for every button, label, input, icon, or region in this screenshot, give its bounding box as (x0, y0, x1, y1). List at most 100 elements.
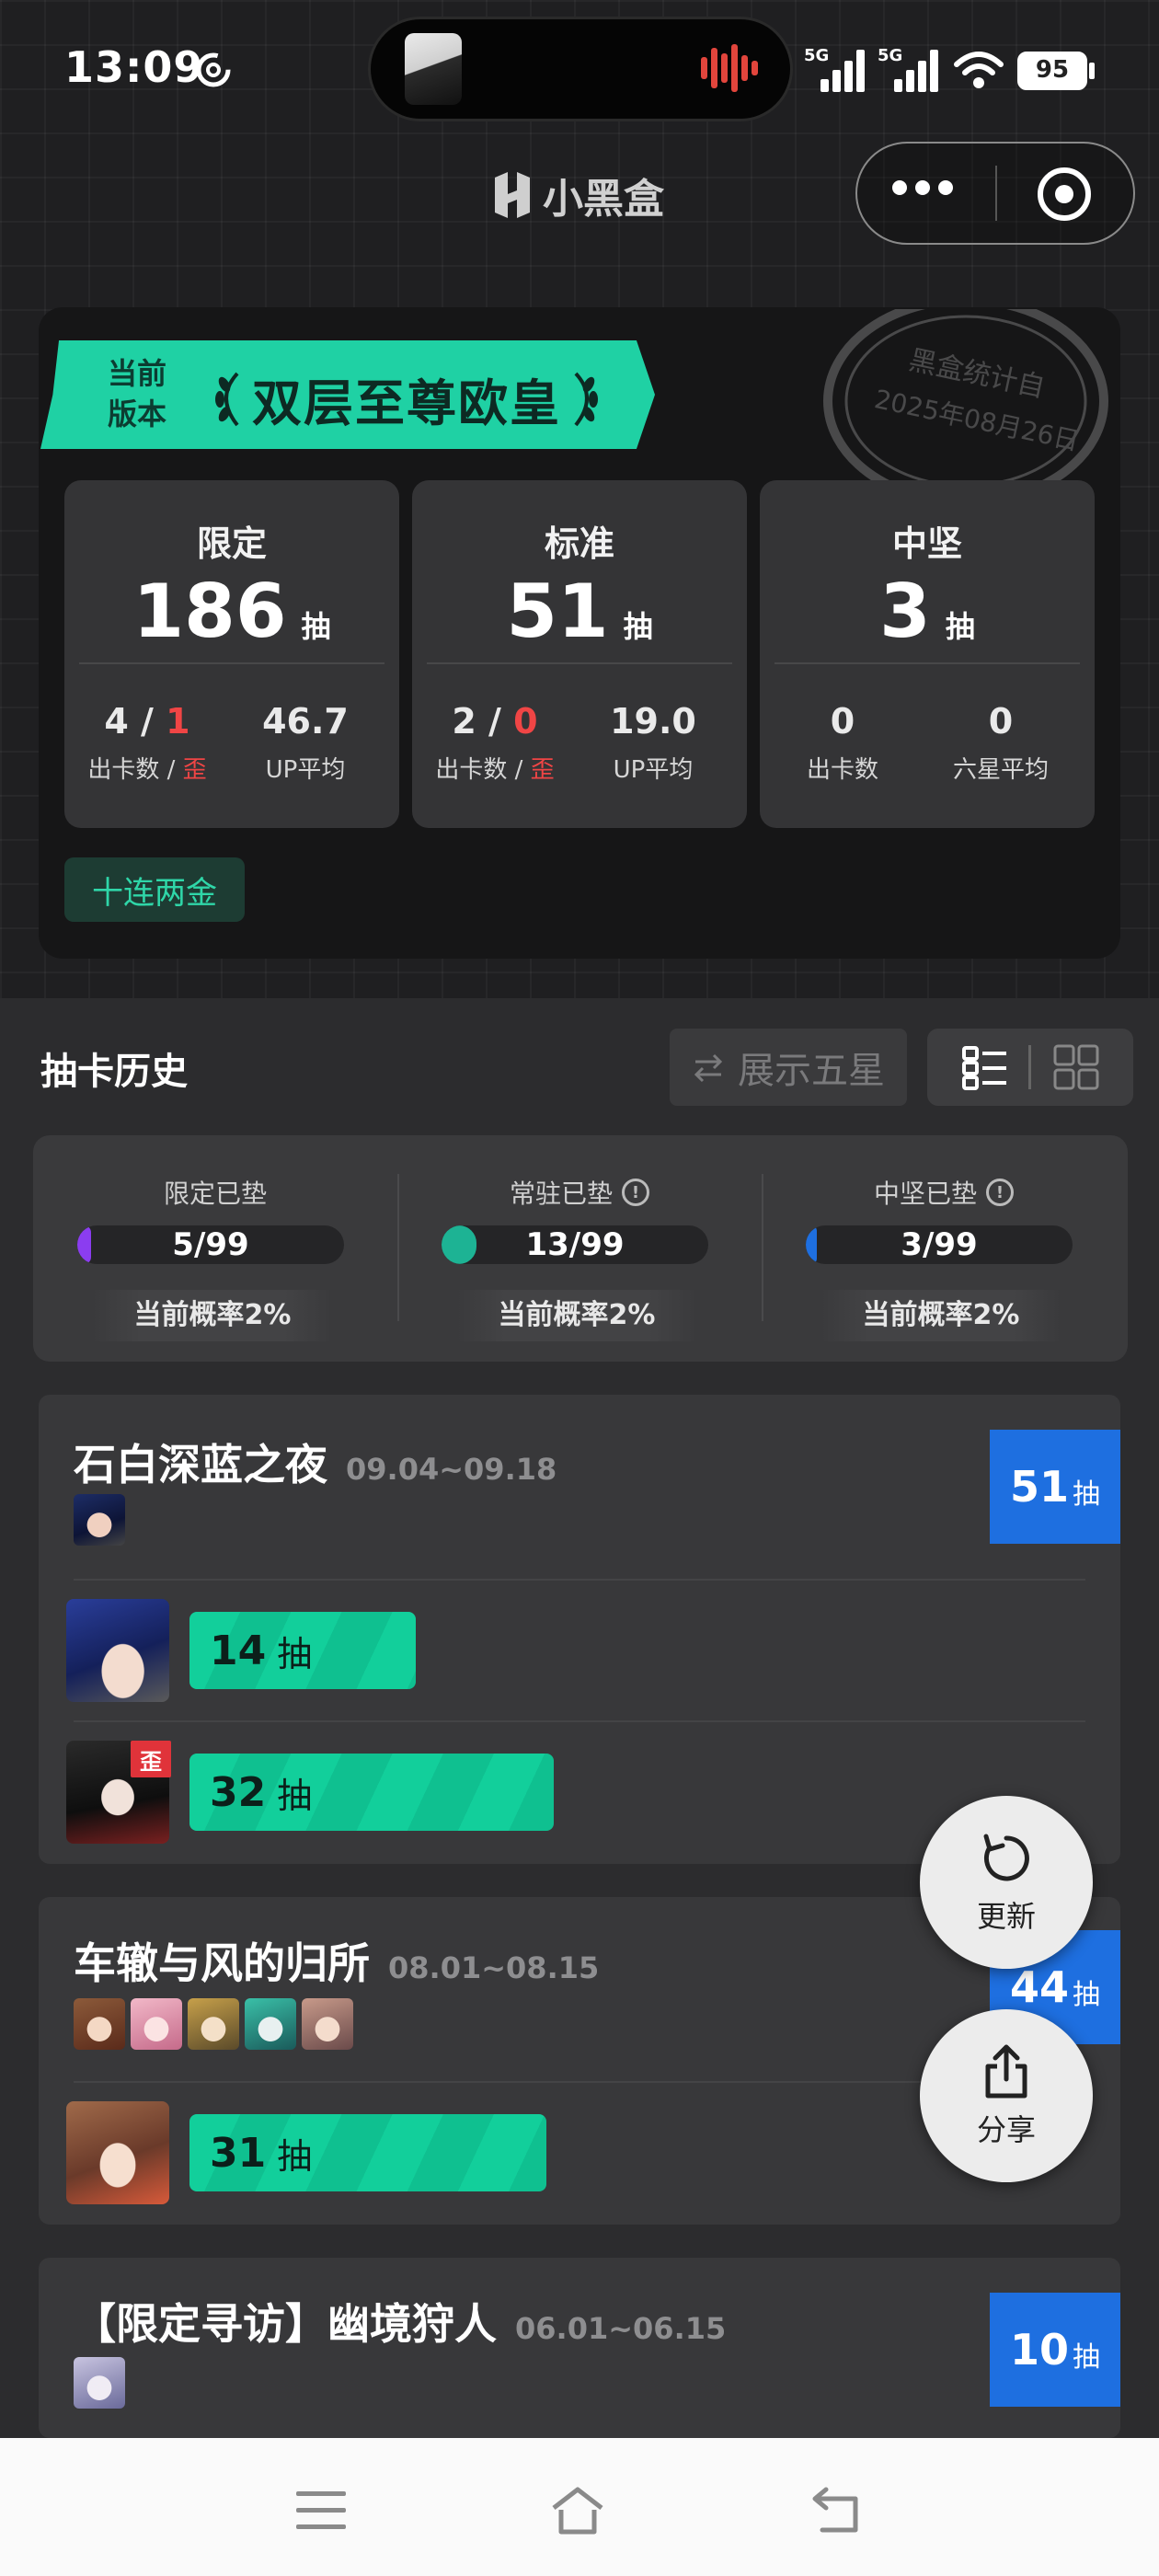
stat-off-label: 歪 (182, 756, 207, 784)
close-miniprogram-icon[interactable] (1038, 167, 1091, 221)
more-options-icon[interactable] (892, 180, 953, 195)
refresh-label: 更新 (976, 1899, 1036, 1934)
banner-title-row: 车辙与风的归所 08.01~08.15 (74, 1930, 599, 1991)
character-avatar (302, 1998, 353, 2050)
version-label: 当前 版本 (107, 356, 166, 431)
stat-panel-limited: 限定 186 抽 4 / 1 出卡数 / 歪 46.7 UP平均 (64, 480, 399, 828)
pity-label: 常驻已垫 (509, 1179, 613, 1209)
brand-name: 小黑盒 (543, 176, 664, 223)
pity-standard: 常驻已垫 ! 13/99 当前概率2% (397, 1135, 762, 1362)
share-label: 分享 (976, 2112, 1036, 2147)
stat-cards-value: 2 / (452, 701, 514, 742)
wifi-icon (954, 52, 1004, 88)
pull-count-unit: 抽 (277, 1775, 313, 1816)
stat-panel-title: 限定 (196, 523, 267, 564)
laurel-right-icon (574, 372, 598, 426)
stat-cards-value: 4 / (104, 701, 166, 742)
row-divider (74, 1579, 1085, 1581)
banner-card[interactable]: 【限定寻访】幽境狩人 06.01~06.15 10 抽 (39, 2258, 1120, 2438)
pity-value: 3/99 (901, 1226, 978, 1263)
banner-pull-count: 51 抽 (990, 1430, 1120, 1544)
pull-count-bar: 32 抽 (189, 1754, 554, 1831)
stat-count-value: 186 (132, 569, 287, 654)
home-icon[interactable] (550, 2484, 605, 2536)
version-title-text: 双层至尊欧皇 (252, 374, 561, 432)
stat-cards-label: 出卡数 (806, 756, 878, 784)
character-avatar (66, 1599, 169, 1702)
off-banner-tag: 歪 (131, 1741, 171, 1777)
banner-name: 【限定寻访】幽境狩人 (74, 2299, 497, 2349)
stat-avg-value: 0 (988, 701, 1014, 742)
svg-text:2025年08月26日: 2025年08月26日 (872, 384, 1082, 456)
banner-count-unit: 抽 (1073, 1979, 1100, 2011)
stat-divider (775, 662, 1080, 664)
banner-dates: 09.04~09.18 (346, 1452, 557, 1487)
character-avatar (131, 1998, 182, 2050)
pity-label-row: 中坚已垫 ! (762, 1174, 1126, 1211)
banner-count-value: 10 (1009, 2325, 1069, 2375)
swap-icon (694, 1053, 723, 1083)
history-title: 抽卡历史 (40, 1051, 188, 1093)
character-avatar (66, 2101, 169, 2204)
pity-probability: 当前概率2% (92, 1290, 333, 1341)
banner-dates: 08.01~08.15 (388, 1950, 600, 1985)
pity-label-row: 常驻已垫 ! (397, 1174, 762, 1211)
show-five-star-button[interactable]: 展示五星 (670, 1029, 907, 1106)
stat-off-value: 1 (166, 701, 190, 742)
laurel-left-icon (215, 372, 239, 426)
stat-pull-count: 186 抽 (64, 569, 399, 654)
banner-count-value: 51 (1009, 1462, 1069, 1512)
audio-wave-icon (701, 44, 758, 92)
character-avatar (74, 1998, 125, 2050)
pity-progress-bar: 3/99 (806, 1225, 1073, 1264)
refresh-button[interactable]: 更新 (920, 1796, 1093, 1969)
stat-avg-label: UP平均 (265, 756, 346, 784)
info-icon[interactable]: ! (622, 1179, 649, 1206)
back-icon[interactable] (809, 2484, 865, 2536)
view-toggle-divider (1028, 1045, 1031, 1089)
pity-progress-fill (806, 1225, 817, 1264)
capsule-divider (995, 166, 997, 221)
pull-count-unit: 抽 (277, 1633, 313, 1674)
pity-progress-fill (77, 1225, 91, 1264)
stat-panel-title: 标准 (544, 523, 614, 564)
pull-count-unit: 抽 (277, 2135, 313, 2177)
banner-title-row: 石白深蓝之夜 09.04~09.18 (74, 1432, 557, 1492)
pity-label: 中坚已垫 (873, 1179, 977, 1209)
banner-card[interactable]: 石白深蓝之夜 09.04~09.18 51 抽 14 抽 歪 32 抽 (39, 1395, 1120, 1864)
stat-pull-count: 3 抽 (760, 569, 1095, 654)
pity-progress-bar: 5/99 (77, 1225, 344, 1264)
stamp-watermark: 黑盒统计自 2025年08月26日 (823, 309, 1108, 493)
pity-probability: 当前概率2% (456, 1290, 697, 1341)
stat-off-value: 0 (513, 701, 538, 742)
pity-label: 限定已垫 (163, 1179, 267, 1209)
stat-count-unit: 抽 (301, 609, 331, 644)
stat-panel-core: 中坚 3 抽 0 出卡数 0 六星平均 (760, 480, 1095, 828)
menu-icon[interactable] (294, 2484, 350, 2536)
pity-value: 13/99 (525, 1226, 625, 1263)
banner-count-unit: 抽 (1073, 2341, 1100, 2374)
music-thumbnail (405, 33, 462, 105)
share-button[interactable]: 分享 (920, 2009, 1093, 2182)
banner-name: 车辙与风的归所 (74, 1938, 370, 1988)
list-view-icon[interactable] (962, 1044, 1008, 1090)
status-time: 13:09 (64, 42, 204, 92)
pity-probability: 当前概率2% (820, 1290, 1061, 1341)
pity-limited: 限定已垫 5/99 当前概率2% (33, 1135, 397, 1362)
stat-divider (79, 662, 384, 664)
heybox-logo-icon (495, 172, 530, 218)
info-icon[interactable]: ! (986, 1179, 1014, 1206)
stat-cards-obtained: 0 出卡数 (760, 701, 925, 785)
banner-character-avatars (74, 1998, 353, 2050)
stat-off-label: 歪 (530, 756, 555, 784)
stat-avg-label: 六星平均 (952, 756, 1049, 784)
stat-avg-label: UP平均 (613, 756, 694, 784)
grid-view-icon[interactable] (1053, 1044, 1099, 1090)
view-toggle (927, 1029, 1133, 1106)
banner-count-unit: 抽 (1073, 1478, 1100, 1511)
share-icon (985, 2044, 1027, 2099)
achievement-tag[interactable]: 十连两金 (64, 857, 245, 922)
stat-avg-value: 19.0 (610, 701, 696, 742)
stat-panel-standard: 标准 51 抽 2 / 0 出卡数 / 歪 19.0 UP平均 (412, 480, 747, 828)
pull-count-value: 14 (210, 1627, 267, 1674)
